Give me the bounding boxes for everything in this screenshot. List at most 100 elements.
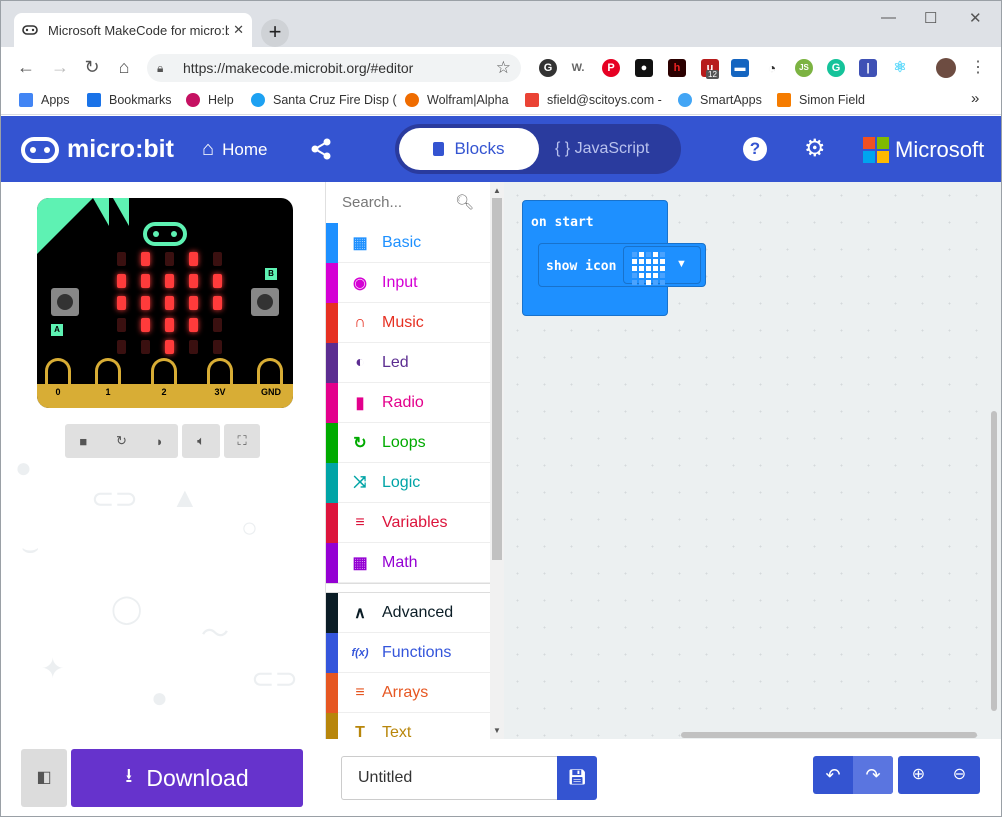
search-icon[interactable]: 🔍︎: [455, 193, 474, 211]
category-functions[interactable]: f(x) Functions: [326, 632, 490, 673]
category-advanced[interactable]: ∧ Advanced: [326, 592, 490, 633]
new-tab-button[interactable]: +: [261, 19, 289, 47]
led: [117, 296, 126, 310]
category-logic[interactable]: ⤨ Logic: [326, 462, 490, 503]
grammarly-icon[interactable]: G: [827, 59, 845, 77]
led: [213, 274, 222, 288]
category-variables[interactable]: ≡ Variables: [326, 502, 490, 543]
bookmark-wolfram[interactable]: Wolfram|Alpha: [405, 93, 509, 107]
category-loops[interactable]: ↻ Loops: [326, 422, 490, 463]
button-b-label: B: [265, 268, 277, 280]
back-icon[interactable]: ←: [15, 57, 37, 78]
toolbox-search[interactable]: Search... 🔍︎: [326, 182, 490, 223]
more-bookmarks-icon[interactable]: »: [971, 90, 979, 107]
pinterest-icon[interactable]: P: [602, 59, 620, 77]
category-input[interactable]: ◉ Input: [326, 262, 490, 303]
show-icon-block[interactable]: show icon ▼: [538, 243, 706, 287]
menu-icon[interactable]: ⋮: [967, 57, 989, 77]
scroll-down-icon[interactable]: ▼: [493, 726, 501, 735]
zoom-out-icon[interactable]: ⊖: [939, 756, 980, 794]
microbit-face-icon: [143, 222, 187, 246]
avatar[interactable]: [936, 58, 956, 78]
reload-icon[interactable]: ↻: [81, 57, 103, 78]
blocks-workspace[interactable]: on start show icon ▼: [504, 182, 1001, 739]
icon-dropdown[interactable]: ▼: [623, 246, 701, 285]
blocks-tab[interactable]: Blocks: [399, 128, 539, 170]
stop-icon[interactable]: ■: [79, 434, 87, 449]
button-a[interactable]: [51, 288, 79, 316]
browser-tab[interactable]: Microsoft MakeCode for micro:bi ✕: [14, 13, 252, 47]
heart-pixel: [653, 252, 658, 257]
heart-pixel: [639, 280, 644, 285]
forward-icon[interactable]: →: [49, 57, 71, 78]
board-notch: [93, 198, 109, 226]
extension-icon[interactable]: G: [539, 59, 557, 77]
maximize-icon[interactable]: ☐: [924, 9, 937, 27]
sim-controls: ■ ↻ ◗: [65, 424, 178, 458]
category-radio[interactable]: ▮ Radio: [326, 382, 490, 423]
scroll-up-icon[interactable]: ▲: [493, 186, 501, 195]
toolbox-scrollbar[interactable]: ▲ ▼: [490, 182, 504, 739]
workspace-hscrollbar[interactable]: [681, 732, 977, 738]
microsoft-logo[interactable]: Microsoft: [863, 137, 984, 163]
bookmark-bookmarks[interactable]: Bookmarks: [87, 93, 172, 107]
category-music[interactable]: ∩ Music: [326, 302, 490, 343]
redo-icon[interactable]: ↷: [853, 756, 893, 794]
restart-icon[interactable]: ↻: [116, 433, 127, 449]
extension-icon[interactable]: JS: [795, 59, 813, 77]
extension-icon[interactable]: h: [668, 59, 686, 77]
bookmark-fire-disp[interactable]: Santa Cruz Fire Disp (: [251, 93, 397, 107]
extension-icon[interactable]: W.: [569, 59, 587, 77]
close-window-icon[interactable]: ✕: [969, 9, 982, 27]
search-input[interactable]: Search...: [342, 194, 402, 211]
minimize-icon[interactable]: —: [881, 9, 896, 26]
extension-icon[interactable]: |: [859, 59, 877, 77]
show-icon-label: show icon: [546, 259, 617, 274]
mute-button[interactable]: 🔈︎: [182, 424, 220, 458]
heart-pixel: [653, 273, 658, 278]
category-label: Arrays: [382, 683, 429, 701]
category-math[interactable]: ▦ Math: [326, 542, 490, 583]
workspace-vscrollbar[interactable]: [991, 411, 997, 711]
tab-close-icon[interactable]: ✕: [233, 22, 244, 38]
scroll-thumb[interactable]: [492, 198, 502, 560]
bookmark-email[interactable]: sfield@scitoys.com -: [525, 93, 662, 107]
home-icon[interactable]: ⌂: [113, 57, 135, 78]
heart-pixel: [660, 259, 665, 264]
microbit-logo[interactable]: micro:bit: [21, 135, 174, 164]
lock-icon: 🔒︎: [157, 60, 164, 75]
react-icon[interactable]: ⚛: [891, 59, 909, 77]
bookmark-apps[interactable]: Apps: [19, 93, 70, 107]
category-color-bar: [326, 262, 338, 303]
category-arrays[interactable]: ≡ Arrays: [326, 672, 490, 713]
save-button[interactable]: 💾︎: [557, 756, 597, 800]
help-icon[interactable]: ?: [743, 137, 767, 161]
collapse-simulator-button[interactable]: ◧: [21, 749, 67, 807]
button-b[interactable]: [251, 288, 279, 316]
bookmark-help[interactable]: Help: [186, 93, 234, 107]
browser-toolbar: ← → ↻ ⌂ 🔒︎ https://makecode.microbit.org…: [1, 47, 1001, 87]
project-name-input[interactable]: Untitled: [341, 756, 557, 800]
extension-icon[interactable]: ▬: [731, 59, 749, 77]
javascript-tab[interactable]: { } JavaScript: [555, 128, 649, 170]
address-bar[interactable]: 🔒︎ https://makecode.microbit.org/#editor…: [147, 54, 521, 82]
gear-icon[interactable]: ⚙: [804, 134, 826, 163]
bookmark-smartapps[interactable]: SmartApps: [678, 93, 762, 107]
share-icon[interactable]: [310, 138, 332, 160]
fullscreen-button[interactable]: ⛶: [224, 424, 260, 458]
category-text[interactable]: T Text: [326, 712, 490, 739]
microsoft-label: Microsoft: [895, 137, 985, 162]
category-basic[interactable]: ▦ Basic: [326, 222, 490, 263]
category-label: Radio: [382, 393, 424, 411]
slowmo-icon[interactable]: ◗: [156, 434, 164, 449]
category-label: Music: [382, 313, 424, 331]
download-button[interactable]: ⭳ Download: [71, 749, 303, 807]
home-button[interactable]: ⌂ Home: [202, 138, 267, 161]
bookmark-star-icon[interactable]: ☆: [496, 58, 511, 78]
zoom-in-icon[interactable]: ⊕: [898, 756, 939, 794]
category-led[interactable]: ◐ Led: [326, 342, 490, 383]
undo-icon[interactable]: ↶: [813, 756, 853, 794]
extension-icon[interactable]: ●: [635, 59, 653, 77]
bookmark-simon[interactable]: Simon Field: [777, 93, 865, 107]
speed-icon[interactable]: ◔: [763, 59, 781, 77]
